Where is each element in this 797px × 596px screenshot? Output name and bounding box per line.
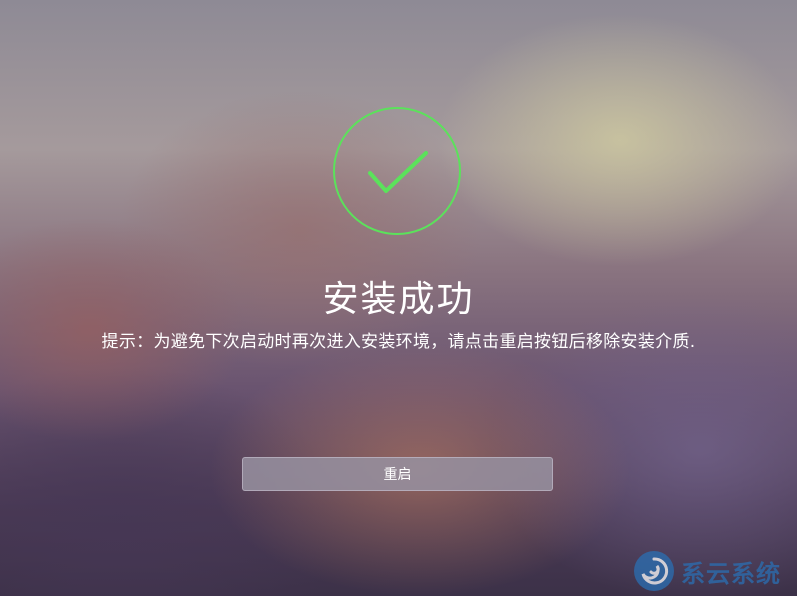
success-title: 安装成功	[322, 279, 475, 320]
restart-button[interactable]: 重启	[242, 457, 553, 491]
swirl-logo-icon	[634, 551, 674, 591]
checkmark-circle-icon	[333, 107, 461, 235]
hint-message: 提示：为避免下次启动时再次进入安装环境，请点击重启按钮后移除安装介质.	[101, 332, 696, 352]
install-complete-screen: 安装成功 提示：为避免下次启动时再次进入安装环境，请点击重启按钮后移除安装介质.…	[0, 0, 797, 596]
watermark: 系云系统	[633, 550, 781, 592]
watermark-text: 系云系统	[681, 559, 781, 588]
